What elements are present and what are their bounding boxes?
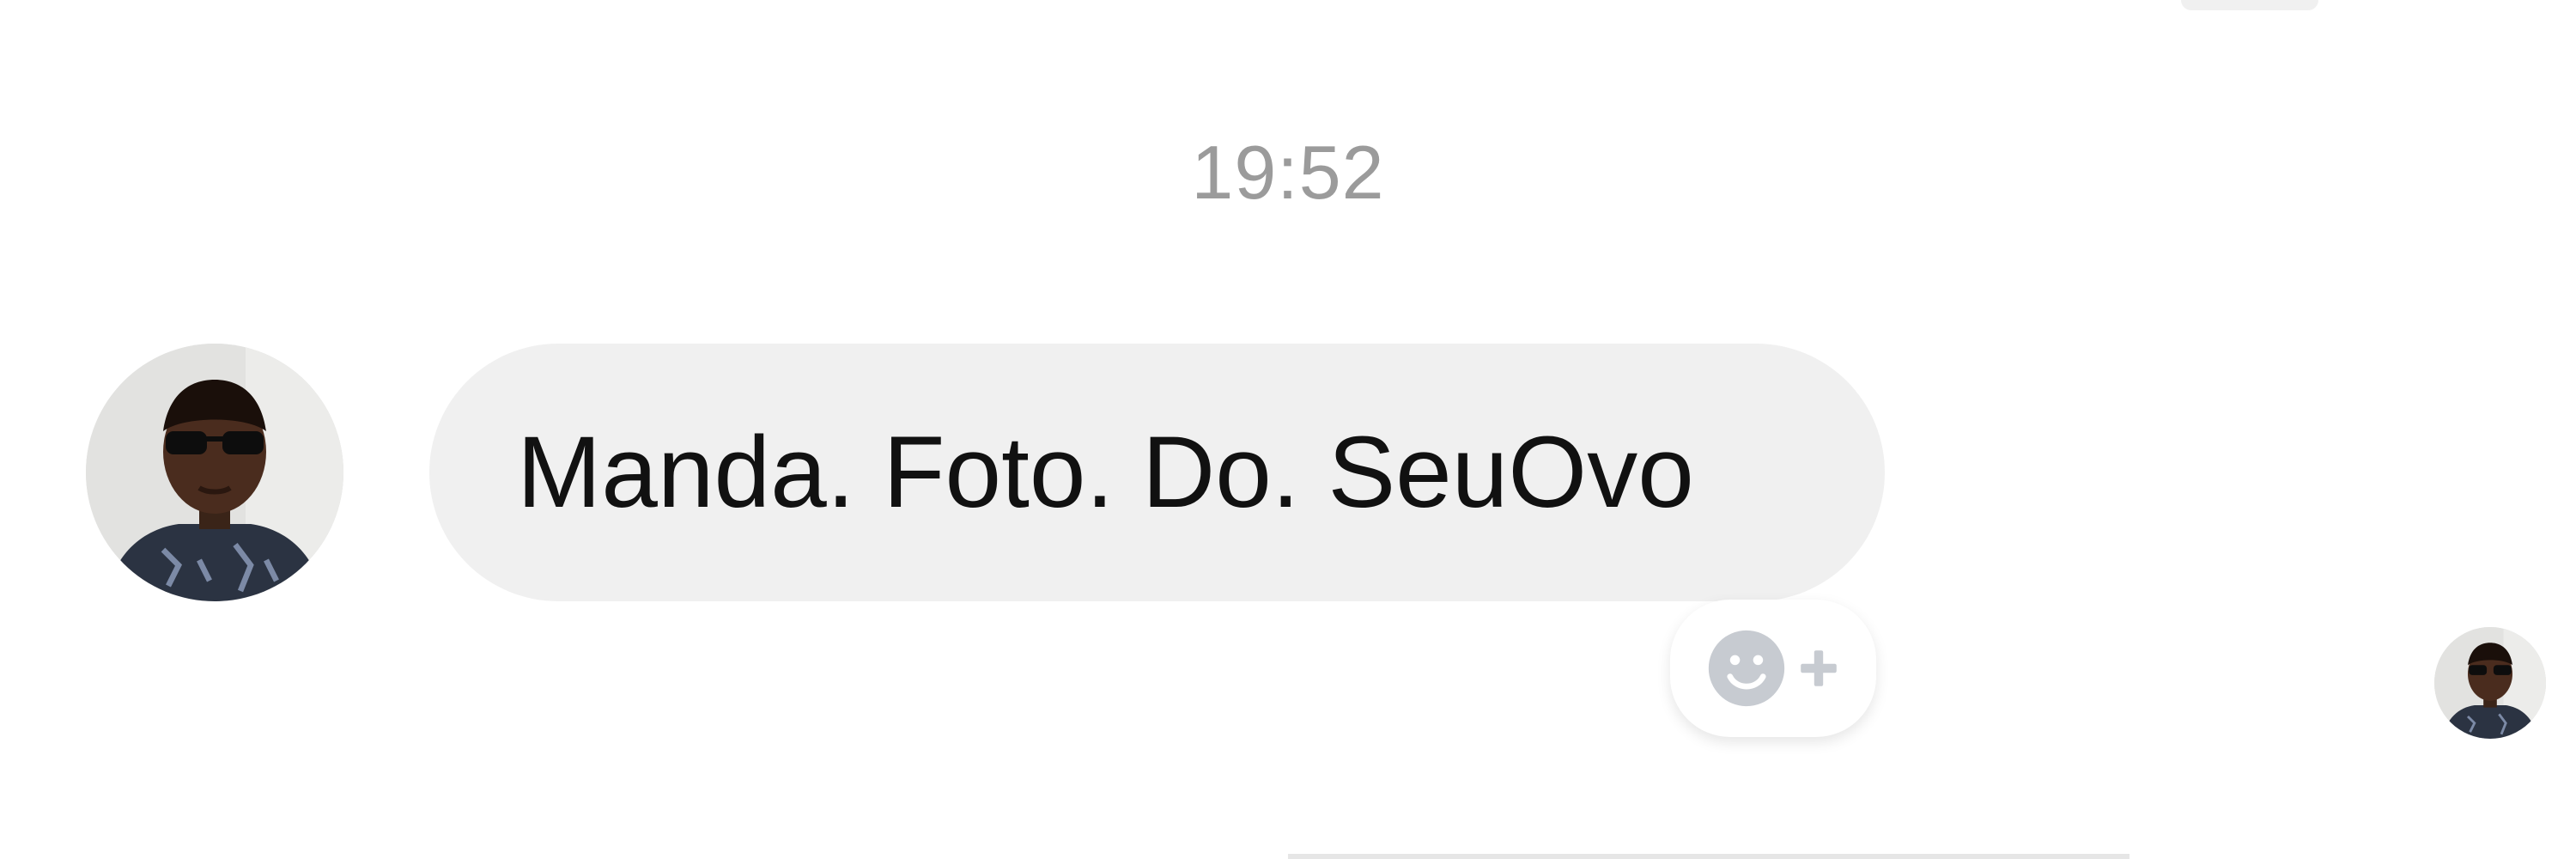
add-reaction-icon (1708, 630, 1785, 707)
sender-avatar[interactable] (86, 344, 343, 601)
chat-screen: 19:52 Manda. Foto. Do. SeuOvo (0, 0, 2576, 859)
message-text: Manda. Foto. Do. SeuOvo (517, 416, 1694, 529)
add-reaction-button[interactable] (1670, 600, 1876, 737)
top-edge-element (2181, 0, 2318, 10)
composer-top-border (1288, 854, 2129, 859)
user-photo-avatar-icon (86, 344, 343, 601)
plus-icon (1801, 650, 1837, 686)
message-timestamp: 19:52 (1191, 130, 1385, 215)
user-photo-avatar-icon (2434, 627, 2546, 739)
seen-indicator-avatar (2434, 627, 2546, 739)
message-bubble[interactable]: Manda. Foto. Do. SeuOvo (429, 344, 1885, 601)
message-row: Manda. Foto. Do. SeuOvo (0, 344, 2576, 601)
